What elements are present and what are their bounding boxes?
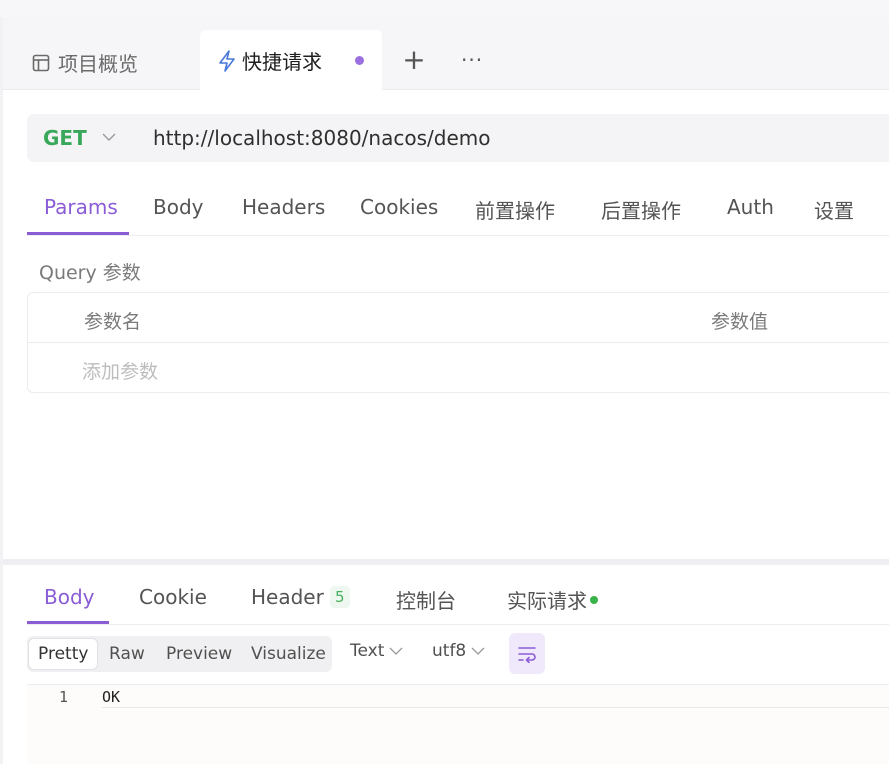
- tab-label: 项目概览: [58, 52, 138, 76]
- chevron-down-icon[interactable]: [101, 131, 117, 143]
- tab-auth[interactable]: Auth: [727, 195, 774, 219]
- response-tabs: Body Cookie Header 5 控制台 实际请求: [27, 570, 889, 625]
- content-type-select[interactable]: Text: [350, 641, 403, 661]
- line-number: 1: [59, 688, 69, 706]
- tab-headers[interactable]: Headers: [242, 195, 325, 219]
- encoding-select[interactable]: utf8: [432, 641, 485, 661]
- tab-label: 快捷请求: [242, 50, 322, 74]
- encoding-value: utf8: [432, 641, 467, 661]
- unsaved-indicator: [355, 56, 364, 65]
- word-wrap-button[interactable]: [509, 633, 545, 674]
- tab-body[interactable]: Body: [153, 195, 204, 219]
- table-header: 参数名 参数值: [28, 293, 889, 343]
- tab-label: Header: [251, 585, 324, 609]
- chevron-down-icon: [471, 647, 485, 655]
- active-tab-indicator: [27, 232, 129, 235]
- active-tab-indicator: [27, 621, 109, 624]
- column-header-name: 参数名: [84, 311, 142, 333]
- add-param-input[interactable]: 添加参数: [82, 357, 158, 384]
- lightning-icon: [219, 49, 235, 72]
- tab-project-overview[interactable]: 项目概览: [32, 48, 138, 77]
- tab-settings[interactable]: 设置: [814, 195, 854, 224]
- query-params-table: 参数名 参数值 添加参数: [27, 292, 889, 393]
- wrap-text-icon: [518, 646, 536, 663]
- add-tab-button[interactable]: +: [401, 46, 427, 74]
- tab-actual-request[interactable]: 实际请求: [507, 585, 598, 614]
- tab-console[interactable]: 控制台: [396, 585, 456, 614]
- window-left-strip: [0, 17, 3, 764]
- more-tabs-button[interactable]: ···: [461, 48, 491, 74]
- tab-params[interactable]: Params: [44, 195, 118, 219]
- header-count-badge: 5: [329, 586, 350, 608]
- tab-pre-processors[interactable]: 前置操作: [475, 195, 555, 224]
- window-top-strip: [0, 0, 889, 17]
- tab-quick-request[interactable]: 快捷请求: [200, 30, 382, 91]
- tab-bar: 项目概览 快捷请求 + ···: [3, 17, 889, 91]
- request-tabs: Params Body Headers Cookies 前置操作 后置操作 Au…: [27, 180, 889, 236]
- layout-icon: [32, 54, 50, 71]
- format-visualize-button[interactable]: Visualize: [242, 639, 335, 669]
- content-type-value: Text: [350, 641, 385, 661]
- chevron-down-icon: [389, 647, 403, 655]
- url-bar: GET http://localhost:8080/nacos/demo: [27, 114, 889, 162]
- tab-response-cookie[interactable]: Cookie: [139, 585, 207, 609]
- column-header-value: 参数值: [711, 311, 769, 333]
- format-raw-button[interactable]: Raw: [100, 639, 154, 669]
- query-params-title: Query 参数: [39, 262, 141, 284]
- tab-cookies[interactable]: Cookies: [360, 195, 438, 219]
- format-preview-button[interactable]: Preview: [157, 639, 241, 669]
- http-method-select[interactable]: GET: [43, 126, 87, 150]
- tab-response-header[interactable]: Header 5: [251, 585, 350, 609]
- url-input[interactable]: http://localhost:8080/nacos/demo: [153, 126, 490, 150]
- status-dot: [590, 595, 598, 604]
- tab-label: 实际请求: [507, 589, 587, 613]
- panel-splitter[interactable]: [3, 559, 889, 565]
- format-pretty-button[interactable]: Pretty: [29, 639, 98, 669]
- format-mode-segmented: Pretty Raw Preview Visualize: [27, 636, 332, 672]
- code-line: OK: [102, 688, 121, 706]
- tab-post-processors[interactable]: 后置操作: [601, 195, 681, 224]
- current-line-underline: [102, 707, 889, 708]
- tab-response-body[interactable]: Body: [44, 585, 95, 609]
- response-body-editor[interactable]: 1 OK: [27, 684, 889, 764]
